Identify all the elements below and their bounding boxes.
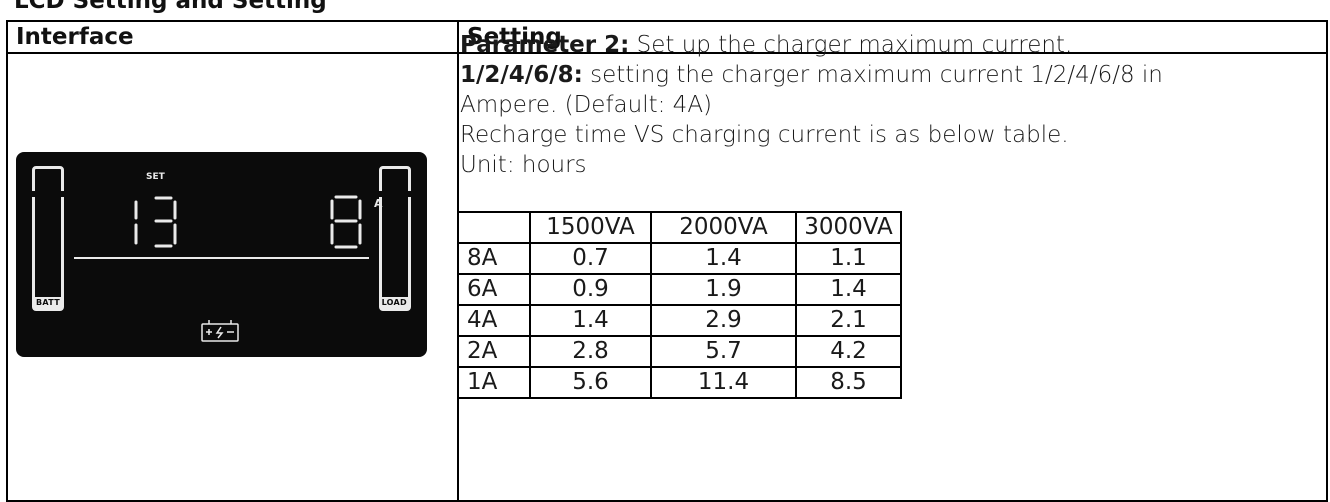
- corner-cell: [457, 211, 531, 244]
- table-row: 6A 0.9 1.9 1.4: [457, 273, 902, 306]
- digit-3: [154, 196, 177, 248]
- battery-charge-icon: [201, 320, 239, 342]
- row-header: 8A: [457, 242, 531, 275]
- table-cell: 0.9: [529, 273, 652, 306]
- table-cell: 2.9: [650, 304, 797, 337]
- table-row: 8A 0.7 1.4 1.1: [457, 242, 902, 275]
- table-cell: 11.4: [650, 366, 797, 399]
- table-cell: 1.9: [650, 273, 797, 306]
- setting-description: Parameter 2: Set up the charger maximum …: [460, 30, 1163, 180]
- column-header: 2000VA: [650, 211, 797, 244]
- table-row: 4A 1.4 2.9 2.1: [457, 304, 902, 337]
- column-header: 1500VA: [529, 211, 652, 244]
- parameter-text: Set up the charger maximum current.: [629, 32, 1073, 58]
- options-text: setting the charger maximum current 1/2/…: [582, 62, 1163, 88]
- setting-line-5: Unit: hours: [460, 152, 587, 178]
- table-cell: 4.2: [795, 335, 902, 368]
- options-label: 1/2/4/6/8:: [460, 62, 583, 88]
- table-cell: 0.7: [529, 242, 652, 275]
- recharge-time-table: 1500VA 2000VA 3000VA 8A 0.7 1.4 1.1 6A 0…: [457, 211, 902, 399]
- seven-segment-digits: [134, 195, 362, 342]
- setting-line-3: Ampere. (Default: 4A): [460, 92, 713, 118]
- parameter-label: Parameter 2:: [460, 32, 630, 58]
- table-header-row: 1500VA 2000VA 3000VA: [457, 211, 902, 244]
- setting-line-4: Recharge time VS charging current is as …: [460, 122, 1069, 148]
- table-cell: 2.8: [529, 335, 652, 368]
- table-cell: 1.4: [529, 304, 652, 337]
- setting-line-2: 1/2/4/6/8: setting the charger maximum c…: [460, 60, 1163, 90]
- table-row: 2A 2.8 5.7 4.2: [457, 335, 902, 368]
- setting-line-1: Parameter 2: Set up the charger maximum …: [460, 30, 1163, 60]
- table-cell: 1.4: [795, 273, 902, 306]
- table-cell: 1.4: [650, 242, 797, 275]
- table-cell: 8.5: [795, 366, 902, 399]
- digit-8: [330, 195, 362, 249]
- row-header: 2A: [457, 335, 531, 368]
- row-header: 4A: [457, 304, 531, 337]
- clipped-section-title: LCD Setting and Setting: [14, 0, 327, 14]
- table-cell: 5.6: [529, 366, 652, 399]
- table-row: 1A 5.6 11.4 8.5: [457, 366, 902, 399]
- column-header: 3000VA: [795, 211, 902, 244]
- table-cell: 1.1: [795, 242, 902, 275]
- lcd-display: BATT LOAD SET A: [16, 152, 427, 357]
- table-cell: 2.1: [795, 304, 902, 337]
- row-header: 6A: [457, 273, 531, 306]
- row-header: 1A: [457, 366, 531, 399]
- table-cell: 5.7: [650, 335, 797, 368]
- header-interface: Interface: [16, 24, 134, 50]
